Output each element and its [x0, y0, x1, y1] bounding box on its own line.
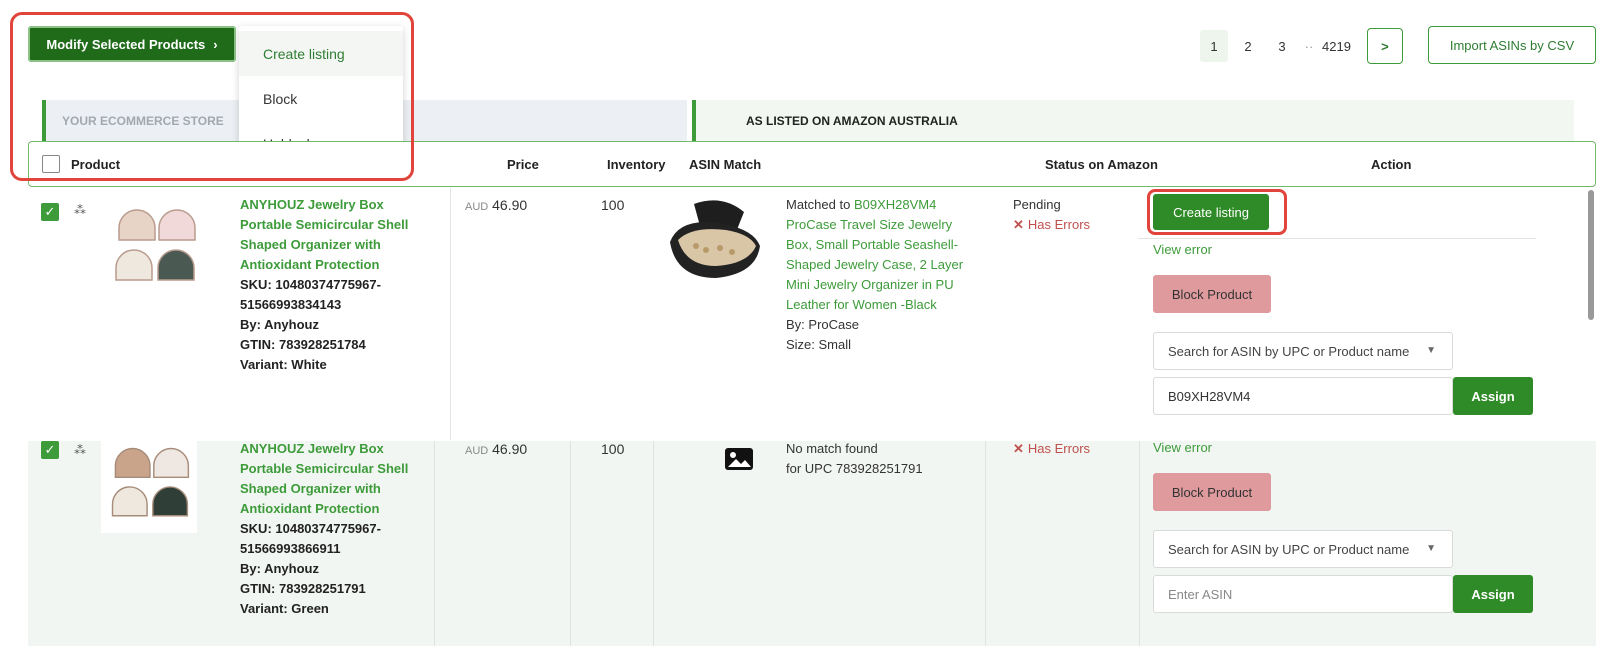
search-select-placeholder: Search for ASIN by UPC or Product name	[1168, 541, 1410, 557]
menu-item-block[interactable]: Block	[239, 76, 403, 121]
section-amazon-label: AS LISTED ON AMAZON AUSTRALIA	[746, 114, 958, 128]
select-all-checkbox[interactable]	[42, 155, 60, 173]
row-checkbox[interactable]: ✓	[41, 203, 59, 221]
modify-selected-products-button[interactable]: Modify Selected Products ›	[28, 26, 236, 62]
error-label: Has Errors	[1027, 441, 1091, 456]
product-name-link[interactable]: ANYHOUZ Jewelry Box Portable Semicircula…	[240, 195, 430, 275]
create-listing-button[interactable]: Create listing	[1153, 194, 1269, 230]
col-product: Product	[71, 157, 121, 172]
product-sku: SKU: 10480374775967-51566993834143	[240, 277, 381, 312]
product-name-link[interactable]: ANYHOUZ Jewelry Box Portable Semicircula…	[240, 439, 430, 519]
matched-brand: By: ProCase	[786, 317, 859, 332]
block-product-button[interactable]: Block Product	[1153, 473, 1271, 511]
page-2[interactable]: 2	[1234, 30, 1262, 62]
product-brand: By: Anyhouz	[240, 561, 319, 576]
menu-item-create-listing[interactable]: Create listing	[239, 31, 403, 76]
section-store-label: YOUR ECOMMERCE STORE	[62, 114, 224, 128]
table-row: ✓ ⁂ ANYHOUZ Jewelry Box Portable Semicir…	[28, 437, 1596, 646]
next-page-button[interactable]: >	[1366, 28, 1403, 64]
product-gtin: GTIN: 783928251784	[240, 337, 366, 352]
product-price: AUD 46.90	[465, 197, 527, 213]
product-variant: Variant: White	[240, 357, 327, 372]
check-icon: ✓	[44, 442, 56, 457]
amazon-product-image	[664, 192, 764, 292]
status-text: Pending	[1013, 197, 1061, 212]
page-ellipsis: ··	[1304, 38, 1314, 54]
product-brand: By: Anyhouz	[240, 317, 319, 332]
section-header-amazon: AS LISTED ON AMAZON AUSTRALIA	[692, 100, 1574, 142]
assign-button[interactable]: Assign	[1453, 575, 1533, 613]
asin-input[interactable]: Enter ASIN	[1153, 575, 1453, 613]
matched-asin-link[interactable]: B09XH28VM4	[854, 197, 936, 212]
product-variant: Variant: Green	[240, 601, 329, 616]
product-inventory: 100	[601, 441, 625, 457]
scrollbar[interactable]	[1588, 190, 1594, 320]
error-status: ✕ Has Errors	[1013, 215, 1090, 235]
matched-title-link[interactable]: ProCase Travel Size Jewelry Box, Small P…	[786, 215, 976, 315]
price-value: 46.90	[492, 197, 528, 213]
error-label: Has Errors	[1027, 217, 1091, 232]
currency-label: AUD	[465, 201, 489, 213]
drag-handle-icon[interactable]: ⁂	[74, 443, 86, 457]
product-info: ANYHOUZ Jewelry Box Portable Semicircula…	[240, 439, 430, 619]
col-asin-match: ASIN Match	[689, 157, 762, 172]
product-sku: SKU: 10480374775967-51566993866911	[240, 521, 381, 556]
asin-input[interactable]: B09XH28VM4	[1153, 377, 1453, 415]
caret-down-icon: ▼	[1426, 345, 1436, 356]
product-thumbnail	[101, 437, 197, 533]
error-icon: ✕	[1013, 441, 1024, 456]
product-price: AUD 46.90	[465, 441, 527, 457]
search-select-placeholder: Search for ASIN by UPC or Product name	[1168, 343, 1410, 359]
error-icon: ✕	[1013, 217, 1024, 232]
col-price: Price	[507, 157, 539, 172]
no-match-upc: for UPC 783928251791	[786, 461, 923, 476]
import-asins-csv-button[interactable]: Import ASINs by CSV	[1428, 26, 1596, 64]
asin-search-select[interactable]: Search for ASIN by UPC or Product name ▼	[1153, 530, 1453, 568]
check-icon: ✓	[44, 204, 56, 219]
col-inventory: Inventory	[607, 157, 666, 172]
col-action: Action	[1371, 157, 1412, 172]
match-prefix: Matched to	[786, 197, 854, 212]
chevron-right-icon: ›	[213, 36, 218, 52]
asin-match-info: No match found for UPC 783928251791	[786, 439, 976, 479]
asin-search-select[interactable]: Search for ASIN by UPC or Product name ▼	[1153, 332, 1453, 370]
table-header: Product Price Inventory ASIN Match Statu…	[28, 141, 1596, 187]
page: Modify Selected Products › YOUR ECOMMERC…	[0, 0, 1619, 646]
product-inventory: 100	[601, 197, 625, 213]
row-checkbox[interactable]: ✓	[41, 441, 59, 459]
chevron-right-icon: >	[1381, 38, 1389, 54]
asin-match-info: Matched to B09XH28VM4 ProCase Travel Siz…	[786, 195, 976, 355]
view-error-link[interactable]: View error	[1153, 242, 1212, 257]
block-product-button[interactable]: Block Product	[1153, 275, 1271, 313]
table-row: ✓ ⁂ ANYHOUZ Jewelry Box Portable Semicir…	[28, 188, 1596, 440]
currency-label: AUD	[465, 445, 489, 457]
pagination: 1 2 3 ·· 4219 >	[1200, 28, 1403, 64]
page-3[interactable]: 3	[1268, 30, 1296, 62]
product-gtin: GTIN: 783928251791	[240, 581, 366, 596]
drag-handle-icon[interactable]: ⁂	[74, 203, 86, 217]
col-status: Status on Amazon	[1045, 157, 1158, 172]
error-status: ✕ Has Errors	[1013, 439, 1090, 459]
page-last[interactable]: 4219	[1322, 30, 1351, 62]
amazon-status: ✕ Has Errors	[1013, 439, 1090, 459]
image-placeholder-icon	[724, 447, 754, 474]
caret-down-icon: ▼	[1426, 543, 1436, 554]
modify-button-label: Modify Selected Products	[46, 36, 206, 52]
product-info: ANYHOUZ Jewelry Box Portable Semicircula…	[240, 195, 430, 375]
view-error-link[interactable]: View error	[1153, 440, 1212, 455]
no-match-text: No match found	[786, 441, 878, 456]
page-1[interactable]: 1	[1200, 30, 1228, 62]
assign-button[interactable]: Assign	[1453, 377, 1533, 415]
price-value: 46.90	[492, 441, 528, 457]
amazon-status: Pending ✕ Has Errors	[1013, 195, 1090, 235]
product-thumbnail	[104, 198, 204, 298]
matched-size: Size: Small	[786, 337, 852, 352]
